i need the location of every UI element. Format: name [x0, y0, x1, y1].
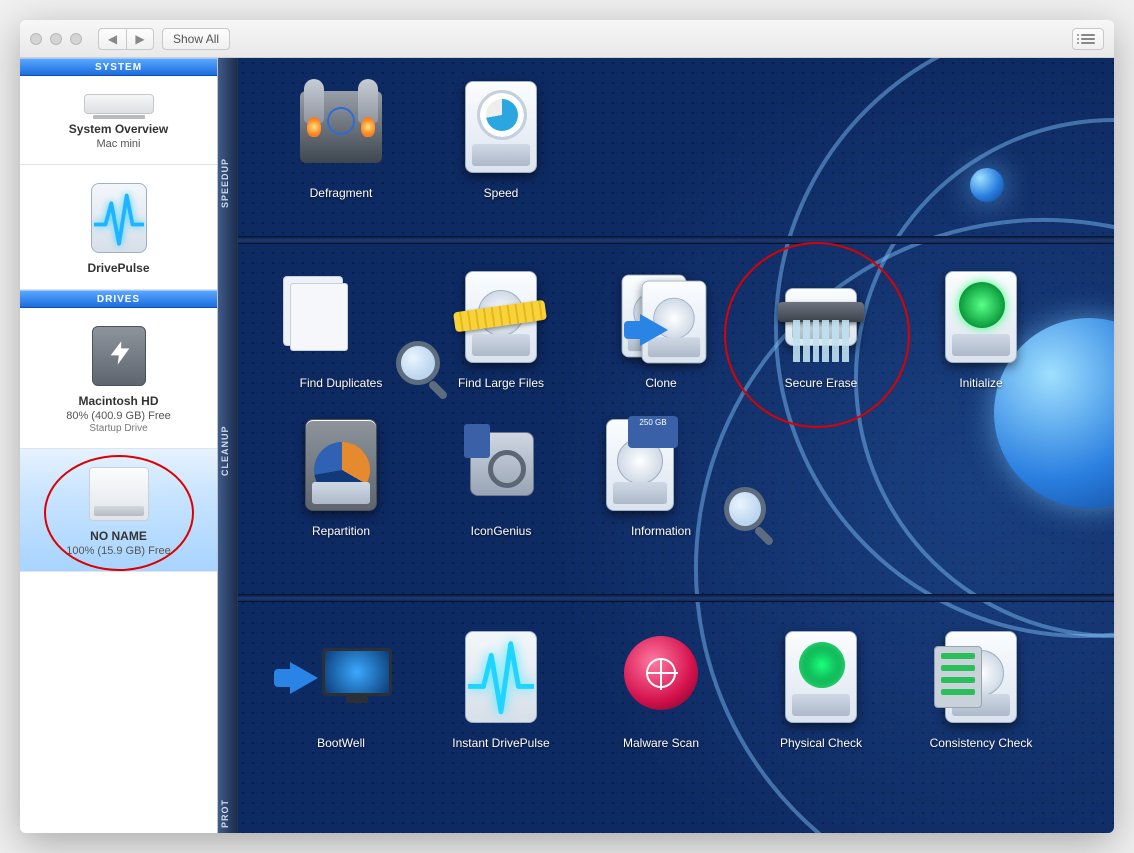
sidebar-item-label: NO NAME — [28, 529, 209, 543]
titlebar: ◀ ▶ Show All — [20, 20, 1114, 58]
speed-icon — [446, 72, 556, 182]
sidebar-item-label: DrivePulse — [28, 261, 209, 275]
tool-initialize[interactable]: Initialize — [906, 262, 1056, 390]
category-label-cleanup: CLEANUP — [220, 425, 230, 476]
external-drive-icon — [28, 467, 209, 521]
macmini-icon — [28, 94, 209, 114]
tool-bootwell[interactable]: BootWell — [266, 622, 416, 750]
tool-label: Defragment — [266, 186, 416, 200]
category-label-speedup: SPEEDUP — [220, 158, 230, 208]
consistency-check-icon — [926, 622, 1036, 732]
find-duplicates-icon — [286, 262, 396, 372]
tool-label: Find Large Files — [426, 376, 576, 390]
tool-information[interactable]: 250 GB Information — [586, 410, 736, 538]
tool-label: Clone — [586, 376, 736, 390]
main-panel: SPEEDUP CLEANUP PROT — [218, 58, 1114, 833]
list-view-button[interactable] — [1072, 28, 1104, 50]
tool-consistency-check[interactable]: Consistency Check — [906, 622, 1056, 750]
sidebar-item-drivepulse[interactable]: DrivePulse — [20, 165, 217, 290]
tool-repartition[interactable]: Repartition — [266, 410, 416, 538]
forward-button[interactable]: ▶ — [126, 28, 154, 50]
defragment-icon — [286, 72, 396, 182]
tool-label: Instant DrivePulse — [426, 736, 576, 750]
sidebar-header-system: SYSTEM — [20, 58, 217, 76]
sidebar-item-label: System Overview — [28, 122, 209, 136]
category-label-protect: PROT — [220, 799, 230, 828]
tool-label: Find Duplicates — [266, 376, 416, 390]
sidebar-item-sublabel: 80% (400.9 GB) Free — [28, 410, 209, 422]
tool-label: Consistency Check — [906, 736, 1056, 750]
tool-label: BootWell — [266, 736, 416, 750]
tool-malware-scan[interactable]: Malware Scan — [586, 622, 736, 750]
physical-check-icon — [766, 622, 876, 732]
sidebar-item-system-overview[interactable]: System Overview Mac mini — [20, 76, 217, 165]
tool-label: Information — [586, 524, 736, 538]
sidebar-item-sublabel: 100% (15.9 GB) Free — [28, 545, 209, 557]
internal-drive-icon — [28, 326, 209, 386]
tool-secure-erase[interactable]: Secure Erase — [746, 262, 896, 390]
sidebar: SYSTEM System Overview Mac mini DrivePul… — [20, 58, 218, 833]
tool-label: Speed — [426, 186, 576, 200]
minimize-icon[interactable] — [50, 33, 62, 45]
malware-scan-icon — [606, 622, 716, 732]
icongenius-icon — [446, 410, 556, 520]
drivepulse-icon — [28, 183, 209, 253]
show-all-button[interactable]: Show All — [162, 28, 230, 50]
initialize-icon — [926, 262, 1036, 372]
sidebar-item-sublabel: Mac mini — [28, 138, 209, 150]
app-window: ◀ ▶ Show All SYSTEM System Overview Mac … — [20, 20, 1114, 833]
tool-instant-drivepulse[interactable]: Instant DrivePulse — [426, 622, 576, 750]
find-large-files-icon — [446, 262, 556, 372]
back-button[interactable]: ◀ — [98, 28, 126, 50]
tool-label: IconGenius — [426, 524, 576, 538]
close-icon[interactable] — [30, 33, 42, 45]
tool-label: Secure Erase — [746, 376, 896, 390]
bootwell-icon — [286, 622, 396, 732]
sidebar-header-drives: DRIVES — [20, 290, 217, 308]
repartition-icon — [286, 410, 396, 520]
tool-find-duplicates[interactable]: Find Duplicates — [266, 262, 416, 390]
tool-icongenius[interactable]: IconGenius — [426, 410, 576, 538]
section-divider — [238, 236, 1114, 244]
information-icon: 250 GB — [606, 410, 716, 520]
sidebar-item-label: Macintosh HD — [28, 394, 209, 408]
secure-erase-icon — [766, 262, 876, 372]
tool-label: Malware Scan — [586, 736, 736, 750]
section-divider — [238, 594, 1114, 602]
instant-drivepulse-icon — [446, 622, 556, 732]
sidebar-item-sublabel2: Startup Drive — [28, 423, 209, 434]
zoom-icon[interactable] — [70, 33, 82, 45]
sidebar-item-drive-macintosh-hd[interactable]: Macintosh HD 80% (400.9 GB) Free Startup… — [20, 308, 217, 449]
tool-clone[interactable]: Clone — [586, 262, 736, 390]
tool-find-large-files[interactable]: Find Large Files — [426, 262, 576, 390]
list-icon — [1081, 32, 1095, 46]
tool-label: Repartition — [266, 524, 416, 538]
clone-icon — [606, 262, 716, 372]
sidebar-item-drive-no-name[interactable]: NO NAME 100% (15.9 GB) Free — [20, 449, 217, 572]
tool-physical-check[interactable]: Physical Check — [746, 622, 896, 750]
tool-label: Physical Check — [746, 736, 896, 750]
tool-speed[interactable]: Speed — [426, 72, 576, 200]
tool-label: Initialize — [906, 376, 1056, 390]
window-controls — [30, 33, 82, 45]
tool-defragment[interactable]: Defragment — [266, 72, 416, 200]
category-rail: SPEEDUP CLEANUP PROT — [218, 58, 238, 833]
